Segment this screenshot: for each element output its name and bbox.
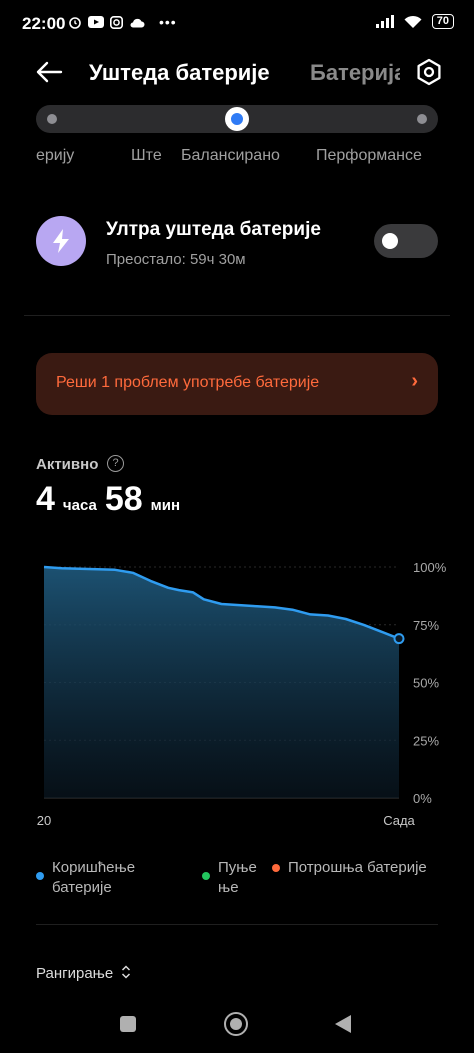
- legend-label: Потрошња батерије: [288, 859, 427, 876]
- active-minutes-unit: мин: [150, 497, 181, 514]
- ranking-label: Рангирање: [36, 965, 114, 982]
- sort-updown-icon: [122, 965, 131, 979]
- battery-problem-card[interactable]: Реши 1 проблем употребе батерије ›: [36, 353, 438, 415]
- problem-text: Реши 1 проблем употребе батерије: [56, 374, 320, 391]
- active-hours: 4: [36, 480, 55, 518]
- tab-battery[interactable]: Батерија: [310, 60, 400, 86]
- help-icon[interactable]: ?: [107, 455, 124, 472]
- more-dots-icon: •••: [159, 14, 177, 30]
- lightning-icon: [36, 216, 86, 266]
- mode-label-saver[interactable]: ерију: [36, 147, 94, 165]
- back-button[interactable]: [334, 1014, 352, 1034]
- hexagon-gear-icon[interactable]: [414, 57, 444, 87]
- mode-label-performance[interactable]: Перформансе: [316, 147, 422, 165]
- back-arrow-icon[interactable]: [34, 57, 64, 87]
- current-point: [393, 633, 405, 645]
- ultra-saver-remaining: Преостало: 59ч 30м: [106, 251, 246, 268]
- youtube-icon: [88, 16, 104, 28]
- y-tick-label: 25%: [413, 733, 439, 748]
- toggle-knob: [382, 233, 398, 249]
- battery-area: [44, 567, 399, 798]
- cloud-icon: [130, 18, 145, 27]
- slider-thumb[interactable]: [225, 107, 249, 131]
- mode-slider[interactable]: [36, 105, 438, 133]
- ultra-saver-title: Ултра уштеда батерије: [106, 219, 321, 240]
- legend-label: Коришћење батерије: [52, 859, 136, 896]
- alarm-icon: [69, 17, 81, 29]
- recents-button[interactable]: [120, 1016, 136, 1032]
- page-title: Уштеда батерије: [89, 60, 270, 85]
- home-button[interactable]: [224, 1012, 248, 1036]
- active-minutes: 58: [104, 480, 143, 518]
- y-tick-label: 50%: [413, 676, 439, 691]
- divider: [36, 924, 438, 925]
- y-tick-label: 100%: [413, 560, 446, 575]
- mode-label-balanced[interactable]: Балансирано: [181, 147, 280, 165]
- active-hours-unit: часа: [62, 497, 97, 514]
- chevron-right-icon: ›: [411, 370, 418, 392]
- divider: [24, 315, 450, 316]
- slider-stop[interactable]: [47, 114, 57, 124]
- x-tick-label: 20: [37, 813, 51, 828]
- signal-icon: [375, 15, 394, 28]
- active-label: Активно: [36, 456, 99, 473]
- legend-charging: Пуње ње: [202, 858, 257, 898]
- legend-dot: [202, 872, 210, 880]
- instagram-icon: [110, 15, 123, 29]
- slider-stop[interactable]: [417, 114, 427, 124]
- status-icons-right: 70: [375, 14, 454, 29]
- status-time: 22:00: [22, 14, 66, 33]
- legend-consumption: Потрошња батерије: [272, 858, 427, 878]
- ultra-saver-toggle[interactable]: [374, 224, 438, 258]
- status-icons-left: •••: [68, 14, 177, 30]
- ranking-sort[interactable]: Рангирање: [36, 965, 131, 982]
- y-tick-label: 75%: [413, 618, 439, 633]
- y-tick-label: 0%: [413, 791, 432, 806]
- legend-dot: [272, 864, 280, 872]
- battery-indicator: 70: [431, 14, 454, 29]
- active-duration: 4 часа 58 мин: [36, 480, 180, 519]
- legend-usage: Коришћење батерије: [36, 858, 135, 898]
- legend-label: Пуње ње: [218, 859, 257, 896]
- wifi-icon: [404, 15, 422, 28]
- legend-dot: [36, 872, 44, 880]
- mode-label-saving[interactable]: Ште: [131, 147, 167, 165]
- battery-level-chart: 100% 75% 50% 25% 0% 20 Сада: [37, 560, 446, 828]
- x-tick-label: Сада: [383, 813, 415, 828]
